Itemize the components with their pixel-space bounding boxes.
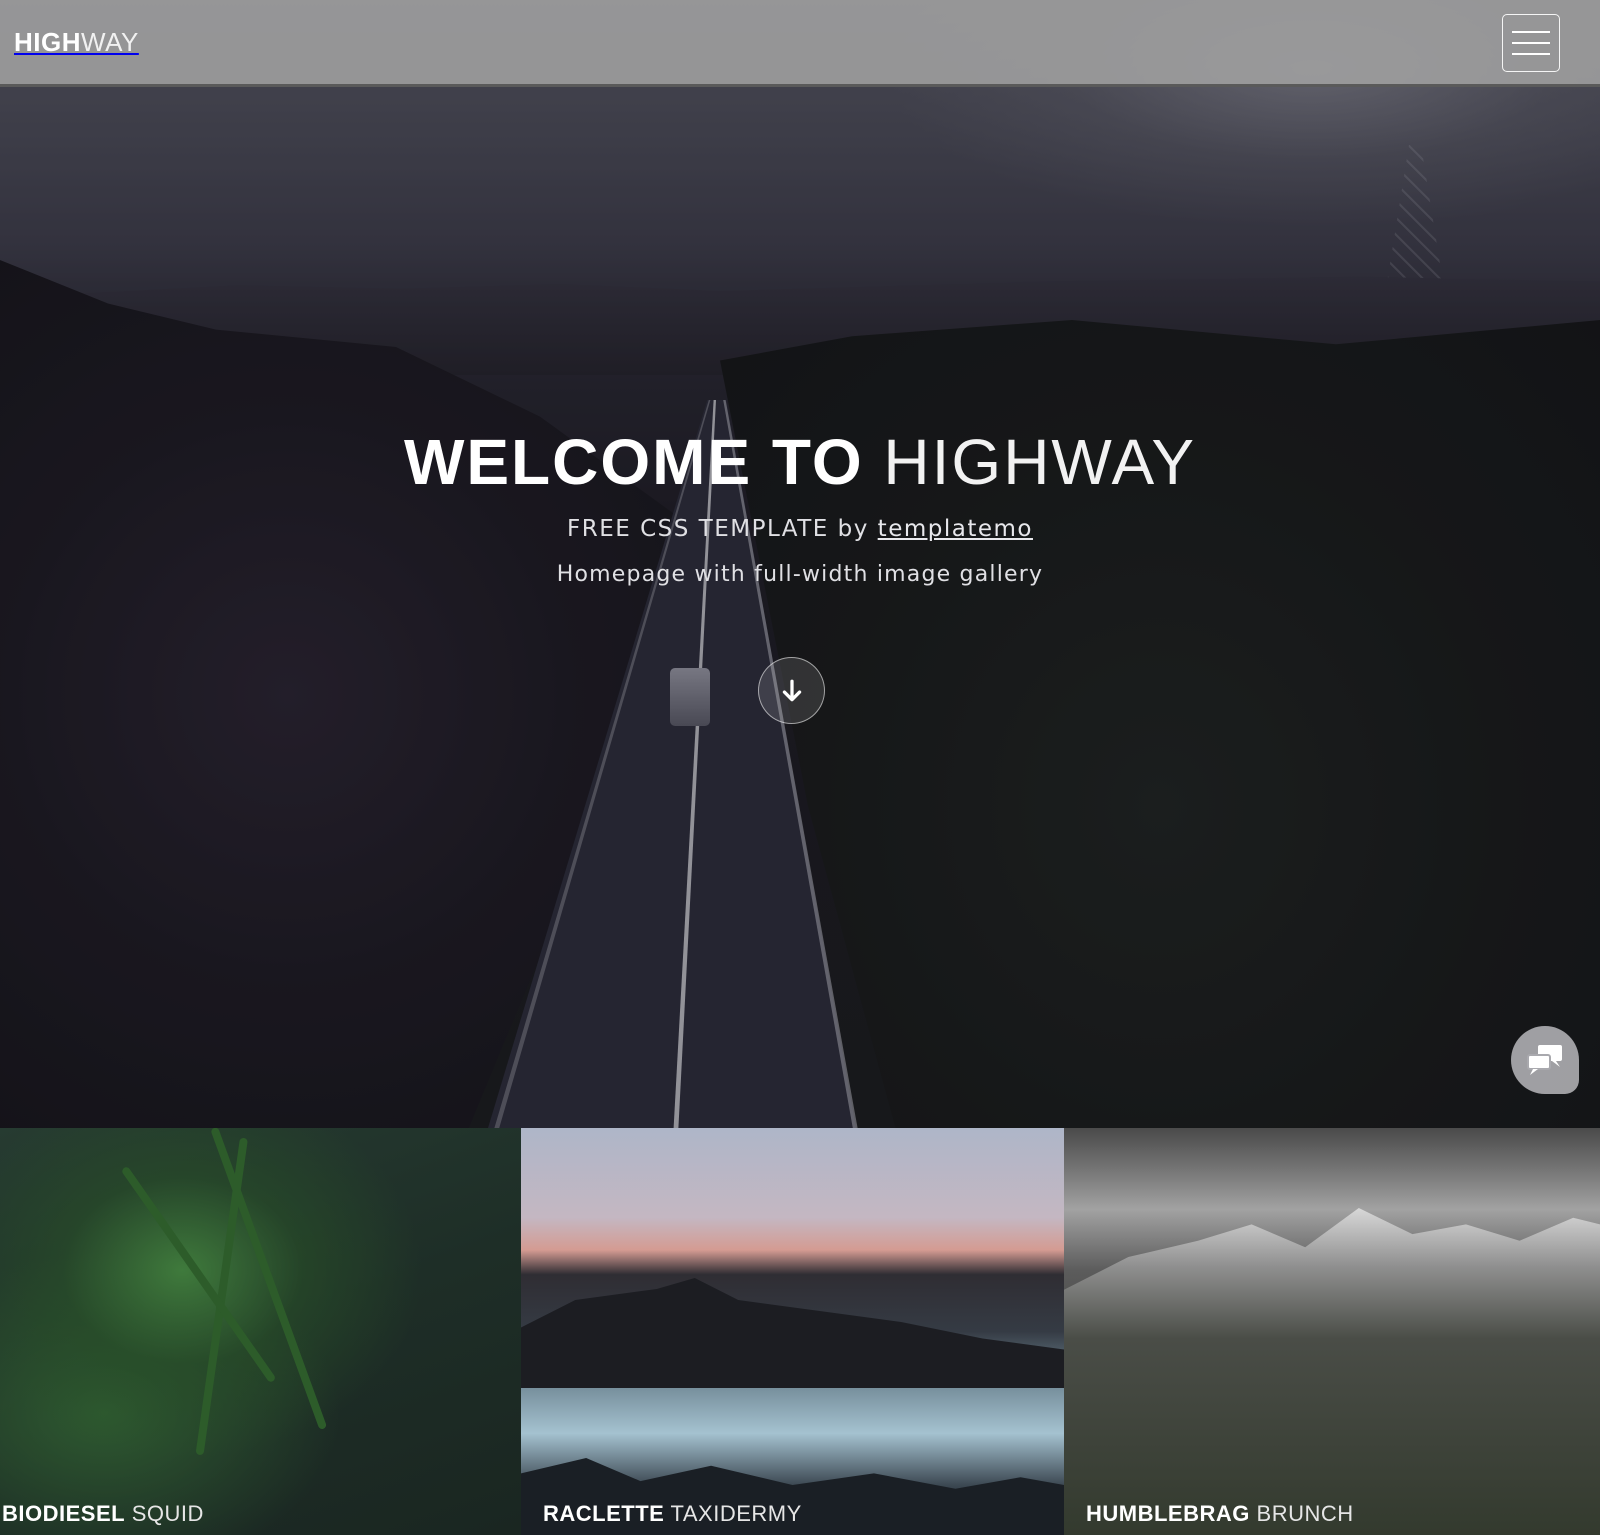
snowy-mountain [1064, 1208, 1600, 1535]
navbar: HIGHWAY [0, 0, 1600, 87]
hamburger-menu-icon-line [1512, 42, 1550, 44]
hero-subtitle: FREE CSS TEMPLATE by templatemo [0, 516, 1600, 542]
caption-bold: BIODIESEL [2, 1501, 126, 1526]
hero-subtitle-prefix: FREE CSS TEMPLATE by [567, 516, 878, 542]
gallery-caption-1: BIODIESEL SQUID [2, 1501, 204, 1527]
caption-light: SQUID [131, 1501, 204, 1526]
hero-title: WELCOME TO HIGHWAY [0, 425, 1600, 499]
hamburger-menu-icon-line [1512, 53, 1550, 55]
menu-toggle-button[interactable] [1502, 14, 1560, 72]
gallery-caption-3: HUMBLEBRAG BRUNCH [1086, 1501, 1354, 1527]
brand-logo[interactable]: HIGHWAY [14, 27, 139, 58]
gallery-tile-2[interactable]: RACLETTE TAXIDERMY [521, 1128, 1064, 1535]
caption-light: TAXIDERMY [670, 1501, 802, 1526]
coast-island [521, 1278, 1064, 1388]
brand-light: WAY [81, 27, 139, 57]
gallery-caption-2: RACLETTE TAXIDERMY [543, 1501, 802, 1527]
chat-bubbles-icon [1527, 1045, 1562, 1075]
image-gallery: BIODIESEL SQUID RACLETTE TAXIDERMY HUMBL… [0, 1128, 1600, 1535]
gallery-tile-1[interactable]: BIODIESEL SQUID [0, 1128, 521, 1535]
gallery-tile-3[interactable]: HUMBLEBRAG BRUNCH [1064, 1128, 1600, 1535]
arrow-down-icon [782, 679, 801, 701]
fern-frond [120, 1165, 277, 1384]
templatemo-link[interactable]: templatemo [878, 516, 1033, 542]
chat-button[interactable] [1511, 1026, 1579, 1094]
hero-title-bold: WELCOME TO [403, 426, 864, 498]
hamburger-menu-icon [1512, 31, 1550, 33]
brand-bold: HIGH [14, 27, 81, 57]
caption-bold: HUMBLEBRAG [1086, 1501, 1250, 1526]
hero-title-light: HIGHWAY [883, 426, 1197, 498]
caption-light: BRUNCH [1256, 1501, 1354, 1526]
hero-section: WELCOME TO HIGHWAY FREE CSS TEMPLATE by … [0, 0, 1600, 1128]
caption-bold: RACLETTE [543, 1501, 665, 1526]
fern-frond [195, 1137, 248, 1456]
hero-tagline: Homepage with full-width image gallery [556, 562, 1044, 587]
scroll-down-button[interactable] [758, 657, 825, 724]
